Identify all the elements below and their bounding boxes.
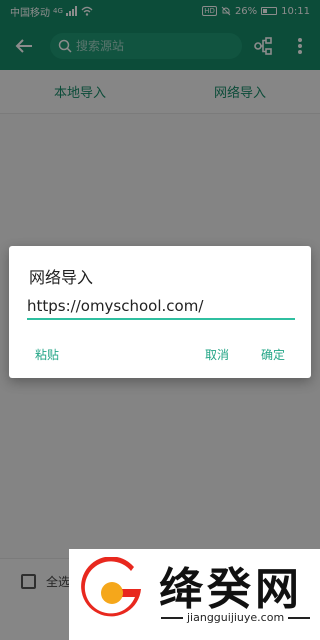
url-input[interactable] <box>27 294 295 320</box>
ok-button[interactable]: 确定 <box>261 346 285 363</box>
paste-button[interactable]: 粘贴 <box>35 346 59 363</box>
dash-right <box>288 616 311 619</box>
watermark-url: jiangguijiuye.com <box>161 611 311 624</box>
network-import-dialog: 网络导入 粘贴 取消 确定 <box>9 246 311 378</box>
watermark-logo-icon <box>81 557 141 617</box>
watermark: 绛癸网 jiangguijiuye.com <box>69 549 320 640</box>
watermark-text: 绛癸网 <box>159 564 303 615</box>
dash-left <box>161 616 183 619</box>
dialog-title: 网络导入 <box>29 268 94 287</box>
cancel-button[interactable]: 取消 <box>205 346 229 363</box>
watermark-url-text: jiangguijiuye.com <box>187 611 285 624</box>
